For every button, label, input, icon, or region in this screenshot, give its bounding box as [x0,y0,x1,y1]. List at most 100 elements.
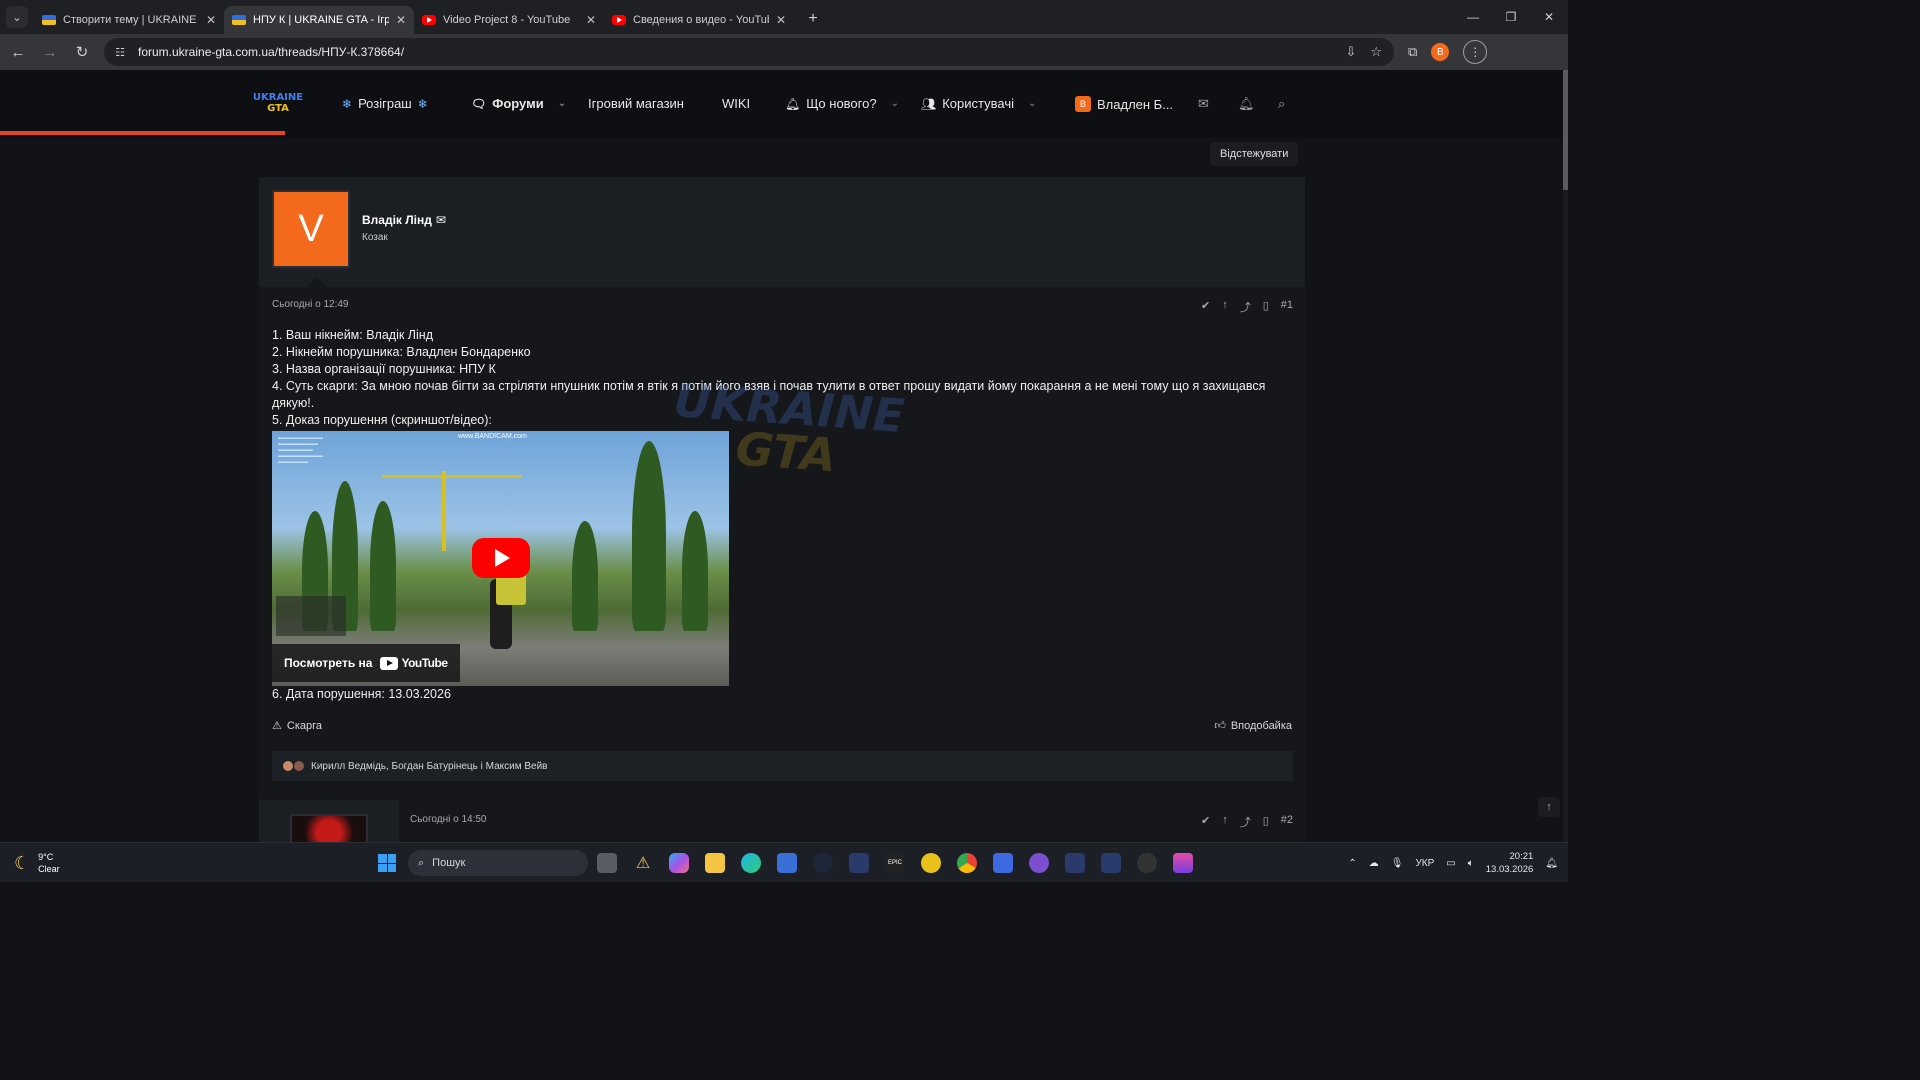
upvote-arrow-icon[interactable]: ↑ [1222,814,1228,830]
author-name[interactable]: Владік Лінд ✉ [362,213,446,227]
app-icon[interactable] [1065,853,1085,873]
nav-users[interactable]: 👥︎ Користувачі ⌄ [921,96,1036,111]
nav-forums[interactable]: 🗨 Форуми ⌄ [471,96,566,111]
reaction-check-icon[interactable]: ✔ [1201,299,1210,315]
app-icon[interactable] [849,853,869,873]
chevron-down-icon[interactable]: ⌄ [891,98,899,109]
volume-icon[interactable]: 🔈︎ [1468,858,1474,869]
profile-avatar[interactable]: B [1431,43,1450,61]
report-link[interactable]: ⚠ Скарга [272,719,322,733]
warning-app-icon[interactable]: ⚠ [633,853,653,873]
chevron-up-icon[interactable]: ⌃ [1348,858,1356,869]
user-avatar: B [1075,96,1091,112]
app-icon[interactable] [1101,853,1121,873]
nav-whats-new[interactable]: 🔔︎ Що нового? ⌄ [785,96,899,111]
url-text[interactable]: forum.ukraine-gta.com.ua/threads/НПУ-К.3… [138,45,404,59]
address-bar-row: ← → ↻ ☷ forum.ukraine-gta.com.ua/threads… [0,34,1568,70]
post-number[interactable]: #1 [1281,299,1293,315]
microphone-icon[interactable]: 🎙︎ [1391,858,1404,869]
copilot-icon[interactable] [669,853,689,873]
post-number[interactable]: #2 [1281,814,1293,830]
close-tab-icon[interactable]: ✕ [396,13,406,27]
reaction-check-icon[interactable]: ✔ [1201,814,1210,830]
search-icon[interactable]: ⌕ [1278,96,1285,112]
cloud-icon[interactable]: ☁ [1369,858,1379,869]
upvote-arrow-icon[interactable]: ↑ [1222,299,1228,315]
page-scrollbar[interactable] [1563,70,1568,842]
like-button[interactable]: 👍︎ Вподобайка [1214,719,1292,733]
nav-account[interactable]: B Владлен Б... [1075,96,1173,112]
watch-on-youtube-button[interactable]: Посмотреть на YouTube [272,644,460,682]
youtube-embed[interactable]: ▬▬▬▬▬▬▬▬▬ ▬▬▬▬▬▬▬▬ ▬▬▬▬▬▬▬ ▬▬▬▬▬▬▬▬▬ ▬▬▬▬▬▬ … [272,431,729,686]
close-tab-icon[interactable]: ✕ [206,13,216,27]
video-editor-icon[interactable] [1173,853,1193,873]
tab-youtube-studio[interactable]: Сведения о видео - YouTube S ✕ [604,6,794,34]
clock[interactable]: 20:21 13.03.2026 [1486,850,1534,876]
epic-games-icon[interactable]: EPIC [885,853,905,873]
back-button[interactable]: ← [4,38,32,66]
author-avatar[interactable]: V [272,190,350,268]
browser-menu-icon[interactable]: ⋮ [1463,40,1488,64]
store-icon[interactable] [777,853,797,873]
site-info-icon[interactable]: ☷ [112,44,128,60]
tab-create-topic[interactable]: Створити тему | UKRAINE GTA ✕ [34,6,224,34]
nav-shop[interactable]: Ігровий магазин [588,96,684,111]
weather-widget[interactable]: ☾ 9°C Clear [14,851,60,875]
reload-button[interactable]: ↻ [68,38,96,66]
site-logo[interactable]: UKRAINE GTA [252,92,304,118]
watch-thread-button[interactable]: Відстежувати [1210,142,1299,166]
start-button[interactable] [378,854,396,872]
steam-icon[interactable] [813,853,833,873]
game-launcher-icon[interactable] [921,853,941,873]
network-icon[interactable]: ▭ [1446,858,1455,869]
nav-wiki-label: WIKI [722,96,751,111]
share-icon[interactable]: ⤴ [1240,814,1251,830]
close-tab-icon[interactable]: ✕ [586,13,596,27]
close-window-button[interactable]: ✕ [1530,0,1568,34]
viber-icon[interactable] [1029,853,1049,873]
scrollbar-thumb[interactable] [1563,70,1568,190]
minimize-button[interactable]: — [1454,0,1492,34]
post-date[interactable]: Сьогодні о 12:49 [272,299,348,310]
game-chat-overlay: ▬▬▬▬▬▬▬▬▬ ▬▬▬▬▬▬▬▬ ▬▬▬▬▬▬▬ ▬▬▬▬▬▬▬▬▬ ▬▬▬▬▬▬ [278,435,323,465]
media-player-icon[interactable] [1137,853,1157,873]
scroll-to-top-button[interactable]: ↑ [1538,797,1560,817]
extensions-icon[interactable]: ⧉ [1408,44,1417,60]
bookmark-icon[interactable]: ▯ [1263,299,1269,315]
taskbar-search[interactable]: ⌕ Пошук [408,850,588,876]
tab-title: НПУ К | UKRAINE GTA - Ігрови [253,14,389,26]
new-tab-button[interactable]: + [802,10,824,28]
tab-youtube-video[interactable]: Video Project 8 - YouTube ✕ [414,6,604,34]
chevron-down-icon[interactable]: ⌄ [1028,98,1036,109]
nav-wiki[interactable]: WIKI [722,96,750,111]
bookmark-star-icon[interactable]: ☆ [1370,44,1382,60]
bookmark-icon[interactable]: ▯ [1263,814,1269,830]
nav-giveaway[interactable]: ❄ Розіграш ❄ [342,96,428,111]
reactions-bar[interactable]: Кирилл Ведмідь, Богдан Батурінець і Макс… [272,751,1293,781]
author-avatar[interactable] [290,814,368,844]
language-indicator[interactable]: УКР [1415,858,1434,869]
chevron-down-icon[interactable]: ⌄ [558,98,566,109]
restore-button[interactable]: ❐ [1492,0,1530,34]
forward-button[interactable]: → [36,38,64,66]
tab-search-button[interactable]: ⌄ [6,6,28,28]
edge-icon[interactable] [741,853,761,873]
tab-npu-k[interactable]: НПУ К | UKRAINE GTA - Ігрови ✕ [224,6,414,34]
report-label: Скарга [286,719,322,732]
omnibox[interactable]: ☷ forum.ukraine-gta.com.ua/threads/НПУ-К… [104,38,1394,66]
share-icon[interactable]: ⤴ [1240,299,1251,315]
alerts-bell-icon[interactable]: 🔔︎ [1238,96,1255,112]
install-app-icon[interactable]: ⇩ [1345,44,1356,60]
notifications-icon[interactable]: 🔔︎ [1545,858,1558,869]
author-name-text: Владік Лінд [362,213,432,227]
close-tab-icon[interactable]: ✕ [776,13,786,27]
post-date[interactable]: Сьогодні о 14:50 [410,814,486,825]
reactions-list[interactable]: Кирилл Ведмідь, Богдан Батурінець і Макс… [311,761,548,772]
author-title: Козак [362,232,388,243]
inbox-icon[interactable]: ✉ [1198,96,1209,112]
file-explorer-icon[interactable] [705,853,725,873]
task-view-icon[interactable] [597,853,617,873]
play-button-icon[interactable] [472,538,530,578]
chrome-icon[interactable] [957,853,977,873]
app-icon[interactable] [993,853,1013,873]
